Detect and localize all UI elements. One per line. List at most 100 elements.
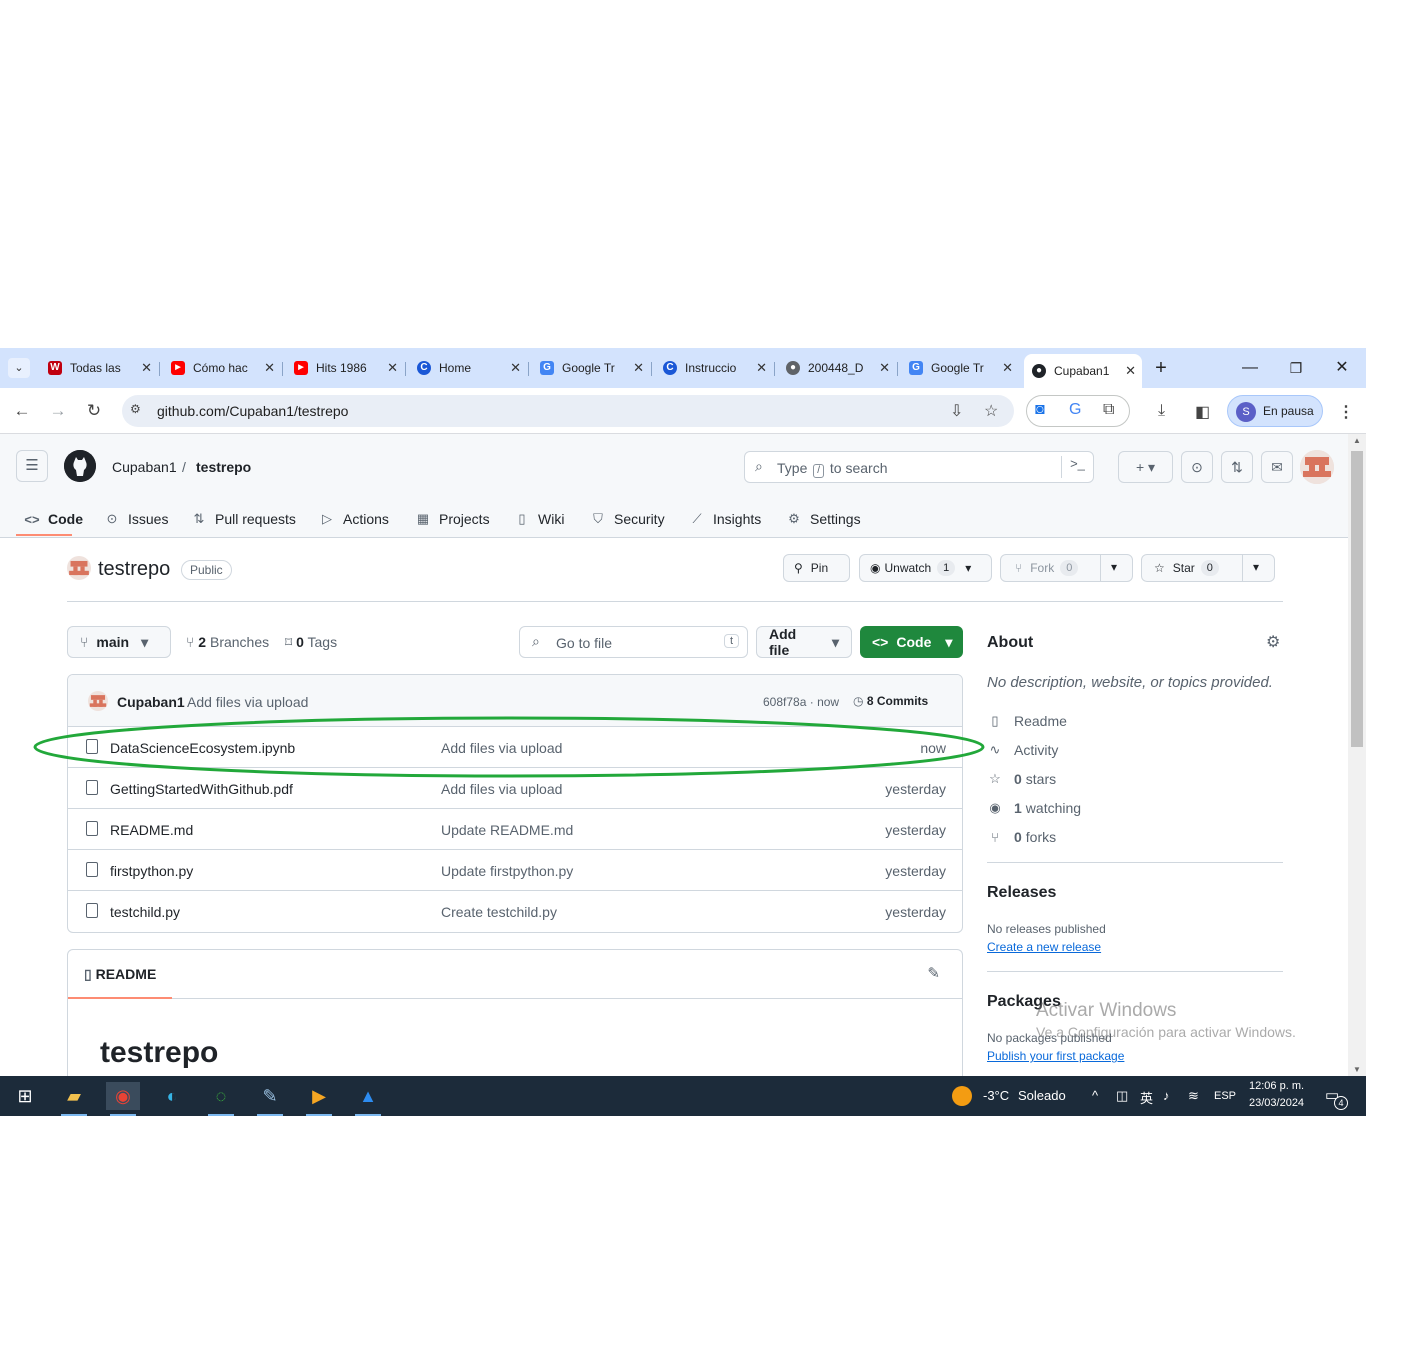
code-button[interactable]: <> Code ▾: [860, 626, 963, 658]
browser-tab[interactable]: ● 200448_D ✕: [778, 354, 896, 382]
readme-link[interactable]: ▯ Readme: [987, 713, 1067, 729]
commit-message[interactable]: Add files via upload: [187, 694, 308, 710]
weather-temp[interactable]: -3°C: [983, 1088, 1009, 1103]
create-release-link[interactable]: Create a new release: [987, 940, 1101, 954]
weather-text[interactable]: Soleado: [1018, 1088, 1066, 1103]
search-input[interactable]: ⌕ Type / to search >_: [744, 451, 1094, 483]
file-commit-message[interactable]: Update firstpython.py: [441, 863, 573, 879]
chrome-icon[interactable]: ◉: [106, 1082, 140, 1116]
tab-issues[interactable]: ⊙ Issues: [104, 504, 169, 534]
file-explorer-icon[interactable]: ▰: [57, 1082, 91, 1116]
file-commit-message[interactable]: Create testchild.py: [441, 904, 557, 920]
scrollbar-thumb[interactable]: [1351, 451, 1363, 747]
clock-time[interactable]: 12:06 p. m.: [1249, 1080, 1304, 1092]
downloads-icon[interactable]: ⤓: [1158, 402, 1165, 420]
close-icon[interactable]: ✕: [879, 360, 890, 376]
pull-requests-icon[interactable]: ⇅: [1221, 451, 1253, 483]
tab-actions[interactable]: ▷ Actions: [319, 504, 389, 534]
edge-icon[interactable]: ◐: [155, 1082, 189, 1110]
new-tab-button[interactable]: +: [1146, 356, 1176, 380]
windows-start-icon[interactable]: ⊞: [8, 1082, 42, 1110]
file-name[interactable]: README.md: [110, 822, 193, 838]
browser-tab[interactable]: W Todas las ✕: [40, 354, 158, 382]
tab-code[interactable]: <> Code: [24, 504, 83, 534]
close-icon[interactable]: ✕: [141, 360, 152, 376]
install-app-icon[interactable]: ⇩: [950, 401, 963, 421]
command-palette-icon[interactable]: >_: [1061, 456, 1093, 478]
star-button[interactable]: ☆ Star 0 ▾: [1141, 554, 1275, 582]
tab-projects[interactable]: ▦ Projects: [415, 504, 490, 534]
reload-icon[interactable]: ↻: [83, 400, 105, 422]
media-player-icon[interactable]: ▶: [302, 1082, 336, 1116]
scroll-down-icon[interactable]: ▼: [1353, 1065, 1361, 1074]
browser-tab[interactable]: C Home ✕: [409, 354, 527, 382]
screen-capture-icon[interactable]: ◙: [1035, 401, 1045, 419]
back-icon[interactable]: ←: [11, 400, 33, 422]
minimize-icon[interactable]: —: [1235, 356, 1265, 380]
close-icon[interactable]: ✕: [633, 360, 644, 376]
input-method-icon[interactable]: 英: [1140, 1088, 1153, 1107]
stars-link[interactable]: ☆ 0 stars: [987, 771, 1056, 787]
meet-now-icon[interactable]: ◫: [1116, 1088, 1128, 1104]
tab-insights[interactable]: ⟋ Insights: [689, 504, 761, 534]
repo-title[interactable]: testrepo: [98, 558, 170, 581]
close-icon[interactable]: ✕: [1125, 363, 1136, 379]
extensions-puzzle-icon[interactable]: ⧉: [1103, 401, 1114, 419]
gear-icon[interactable]: ⚙: [1266, 632, 1280, 652]
browser-tab[interactable]: C Instruccio ✕: [655, 354, 773, 382]
breadcrumb-owner[interactable]: Cupaban1: [112, 459, 177, 475]
file-commit-message[interactable]: Add files via upload: [441, 781, 562, 797]
browser-tab[interactable]: G Google Tr ✕: [532, 354, 650, 382]
file-commit-message[interactable]: Update README.md: [441, 822, 573, 838]
chevron-down-icon[interactable]: ▾: [1253, 560, 1259, 574]
menu-icon[interactable]: ☰: [16, 450, 48, 482]
bookmark-star-icon[interactable]: ☆: [984, 401, 998, 421]
issues-icon[interactable]: ⊙: [1181, 451, 1213, 483]
github-logo-icon[interactable]: [64, 450, 96, 482]
profile-button[interactable]: S En pausa: [1227, 395, 1323, 427]
file-row[interactable]: firstpython.py Update firstpython.py yes…: [68, 850, 962, 891]
close-window-icon[interactable]: ✕: [1327, 356, 1357, 380]
tab-search-button[interactable]: ⌄: [8, 358, 30, 378]
create-new-button[interactable]: + ▾: [1118, 451, 1173, 483]
pencil-icon[interactable]: ✎: [927, 964, 940, 982]
file-row[interactable]: README.md Update README.md yesterday: [68, 809, 962, 850]
google-translate-icon[interactable]: G: [1069, 401, 1081, 419]
side-panel-icon[interactable]: ◧: [1195, 402, 1210, 422]
releases-heading[interactable]: Releases: [987, 884, 1056, 902]
pin-button[interactable]: ⚲ Pin: [783, 554, 850, 582]
scroll-up-icon[interactable]: ▲: [1353, 436, 1361, 445]
fork-button[interactable]: ⑂ Fork 0 ▾: [1000, 554, 1133, 582]
address-bar[interactable]: ⚙ github.com/Cupaban1/testrepo ⇩ ☆: [122, 395, 1014, 427]
clock-date[interactable]: 23/03/2024: [1249, 1097, 1304, 1109]
watching-link[interactable]: ◉ 1 watching: [987, 800, 1081, 816]
unwatch-button[interactable]: ◉ Unwatch 1 ▾: [859, 554, 992, 582]
paint-icon[interactable]: ✎: [253, 1082, 287, 1116]
forks-link[interactable]: ⑂ 0 forks: [987, 829, 1056, 845]
more-menu-icon[interactable]: ⋮: [1338, 402, 1354, 422]
photos-icon[interactable]: ▲: [351, 1082, 385, 1116]
tab-wiki[interactable]: ▯ Wiki: [514, 504, 564, 534]
file-name[interactable]: firstpython.py: [110, 863, 193, 879]
browser-tab[interactable]: G Google Tr ✕: [901, 354, 1019, 382]
volume-icon[interactable]: ♪: [1163, 1088, 1170, 1103]
site-info-icon[interactable]: ⚙: [130, 402, 148, 420]
publish-package-link[interactable]: Publish your first package: [987, 1049, 1124, 1063]
file-name[interactable]: GettingStartedWithGithub.pdf: [110, 781, 293, 797]
close-icon[interactable]: ✕: [510, 360, 521, 376]
close-icon[interactable]: ✕: [264, 360, 275, 376]
tab-security[interactable]: ⛉ Security: [590, 504, 664, 534]
inbox-icon[interactable]: ✉: [1261, 451, 1293, 483]
close-icon[interactable]: ✕: [756, 360, 767, 376]
breadcrumb-repo[interactable]: testrepo: [196, 459, 251, 475]
forward-icon[interactable]: →: [47, 400, 69, 422]
wifi-icon[interactable]: ≋: [1188, 1088, 1199, 1104]
chevron-down-icon[interactable]: ▾: [1111, 560, 1117, 574]
commit-meta[interactable]: 608f78a · now: [763, 695, 839, 709]
add-file-button[interactable]: Add file ▾: [756, 626, 852, 658]
restore-icon[interactable]: ❐: [1281, 356, 1311, 380]
activity-link[interactable]: ∿ Activity: [987, 742, 1059, 758]
commit-author[interactable]: Cupaban1: [117, 694, 185, 710]
branch-selector[interactable]: ⑂ main ▾: [67, 626, 171, 658]
browser-tab[interactable]: ▶ Cómo hac ✕: [163, 354, 281, 382]
